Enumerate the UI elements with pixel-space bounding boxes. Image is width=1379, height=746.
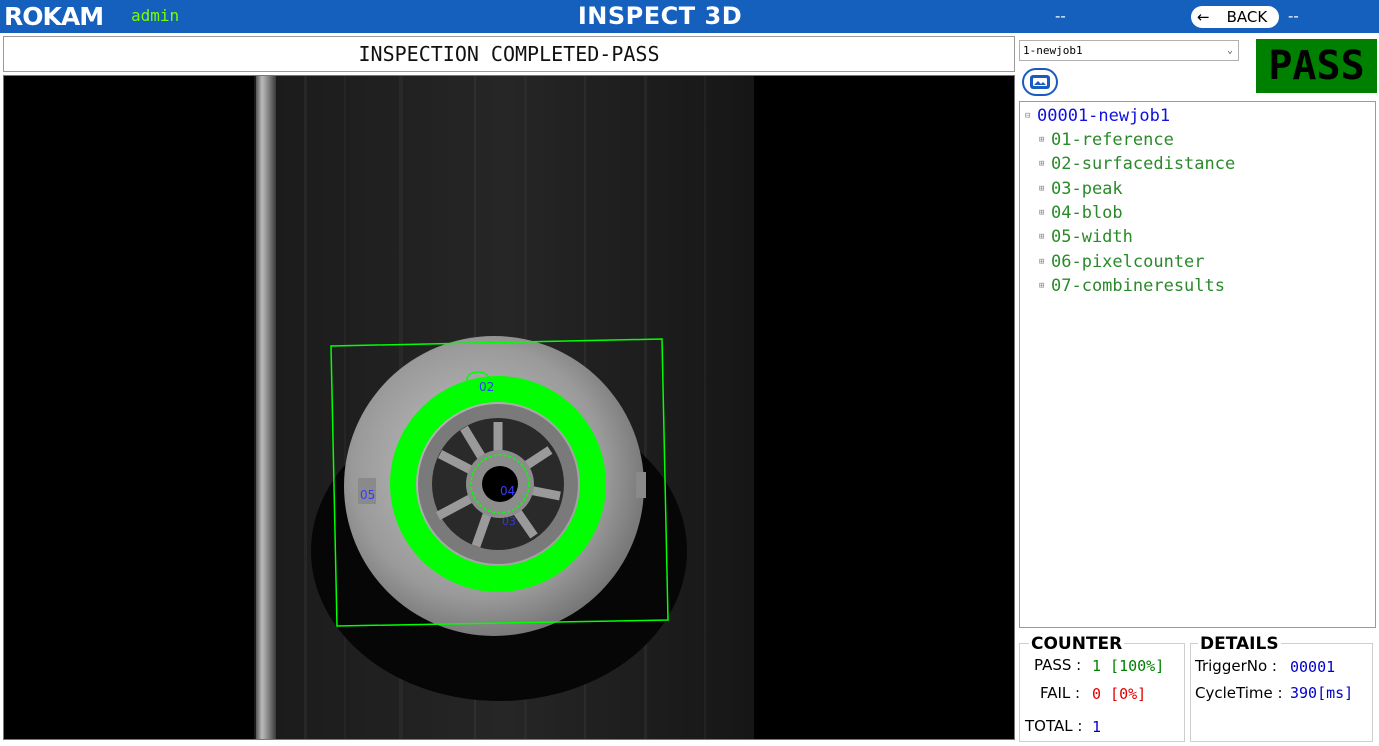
tree-item-label: 06-pixelcounter	[1051, 252, 1205, 272]
tree-item-width[interactable]: ⊞ 05-width	[1039, 227, 1133, 247]
tree-item-label: 05-width	[1051, 227, 1133, 247]
region-label-04: 04	[500, 484, 515, 498]
tree-item-label: 04-blob	[1051, 203, 1123, 223]
back-arrow-icon: ←	[1197, 8, 1210, 26]
tree-item-blob[interactable]: ⊞ 04-blob	[1039, 203, 1123, 223]
tree-root-label: 00001-newjob1	[1037, 106, 1171, 126]
expand-icon[interactable]: ⊞	[1039, 281, 1051, 291]
app-title: INSPECT 3D	[577, 2, 743, 30]
job-select[interactable]: 1-newjob1 ⌄	[1019, 40, 1239, 61]
inspection-image: 02 05 04 03	[254, 76, 754, 739]
total-count-value: 1	[1092, 718, 1102, 736]
region-label-03: 03	[502, 515, 516, 528]
trigger-no-value: 00001	[1290, 658, 1336, 676]
tree-root[interactable]: ⊟ 00001-newjob1	[1025, 106, 1170, 126]
details-panel: DETAILS TriggerNo : 00001 CycleTime : 39…	[1190, 633, 1373, 742]
expand-icon[interactable]: ⊞	[1039, 232, 1051, 242]
chevron-down-icon: ⌄	[1226, 45, 1233, 56]
pass-count-label: PASS :	[1034, 656, 1082, 674]
expand-icon[interactable]: ⊞	[1039, 159, 1051, 169]
pass-count-value: 1 [100%]	[1092, 657, 1165, 675]
tree-item-label: 01-reference	[1051, 130, 1174, 150]
tree-item-reference[interactable]: ⊞ 01-reference	[1039, 130, 1174, 150]
fail-count-value: 0 [0%]	[1092, 685, 1147, 703]
cycle-time-value: 390[ms]	[1290, 684, 1354, 702]
fail-count-label: FAIL :	[1040, 684, 1081, 702]
trigger-no-label: TriggerNo :	[1195, 657, 1277, 675]
image-icon	[1030, 75, 1050, 89]
cycle-time-label: CycleTime :	[1195, 684, 1283, 702]
details-title: DETAILS	[1198, 634, 1281, 654]
collapse-icon[interactable]: ⊟	[1025, 111, 1037, 121]
tree-item-combineresults[interactable]: ⊞ 07-combineresults	[1039, 276, 1225, 296]
inspection-status: INSPECTION COMPLETED-PASS	[3, 36, 1015, 72]
status-placeholder-left: --	[1055, 7, 1066, 25]
rail-left	[256, 76, 276, 739]
expand-icon[interactable]: ⊞	[1039, 184, 1051, 194]
tree-item-surfacedistance[interactable]: ⊞ 02-surfacedistance	[1039, 154, 1235, 174]
tree-item-pixelcounter[interactable]: ⊞ 06-pixelcounter	[1039, 252, 1205, 272]
image-view-button[interactable]	[1022, 68, 1058, 96]
counter-panel: COUNTER PASS : 1 [100%] FAIL : 0 [0%] TO…	[1019, 633, 1185, 742]
status-placeholder-right: --	[1288, 7, 1299, 25]
tree-item-label: 07-combineresults	[1051, 276, 1225, 296]
expand-icon[interactable]: ⊞	[1039, 135, 1051, 145]
tree-item-label: 02-surfacedistance	[1051, 154, 1236, 174]
back-button-label: BACK	[1226, 8, 1268, 26]
inspection-tree[interactable]: ⊟ 00001-newjob1 ⊞ 01-reference ⊞ 02-surf…	[1019, 101, 1376, 628]
region-label-05: 05	[360, 488, 375, 502]
expand-icon[interactable]: ⊞	[1039, 208, 1051, 218]
region-label-02: 02	[479, 380, 494, 394]
job-select-value: 1-newjob1	[1023, 44, 1083, 57]
total-count-label: TOTAL :	[1025, 717, 1083, 735]
back-button[interactable]: ← BACK	[1191, 6, 1279, 28]
top-bar: ROKAM admin INSPECT 3D -- ← BACK --	[0, 0, 1379, 33]
inspection-image-viewer[interactable]: 02 05 04 03	[3, 75, 1015, 740]
tree-item-label: 03-peak	[1051, 179, 1123, 199]
expand-icon[interactable]: ⊞	[1039, 257, 1051, 267]
tree-item-peak[interactable]: ⊞ 03-peak	[1039, 179, 1123, 199]
counter-title: COUNTER	[1029, 634, 1125, 654]
part-tab-right	[636, 472, 646, 498]
result-badge: PASS	[1256, 39, 1377, 93]
